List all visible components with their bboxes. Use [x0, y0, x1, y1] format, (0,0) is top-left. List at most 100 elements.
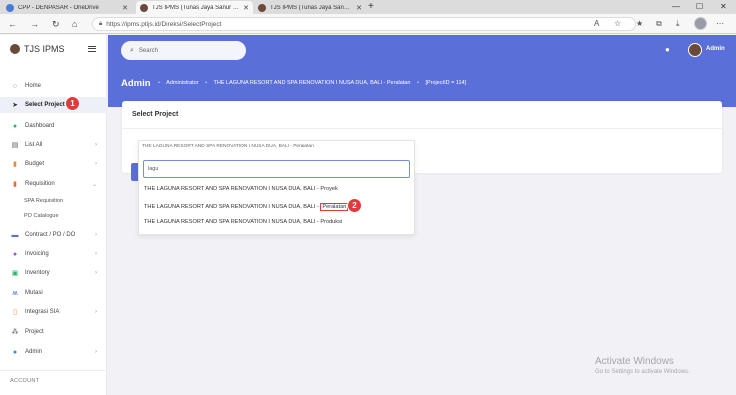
- inventory-icon: ▣: [11, 270, 19, 277]
- send-icon: ➤: [12, 102, 18, 109]
- chevron-right-icon: ›: [95, 349, 97, 355]
- read-aloud-icon[interactable]: A: [594, 18, 599, 30]
- sidebar-item-contract[interactable]: ▬ Contract / PO / DO ›: [0, 227, 107, 243]
- invoice-icon: ●: [12, 250, 18, 258]
- chevron-right-icon: ›: [95, 161, 97, 167]
- option-suffix: Proyek: [320, 186, 338, 192]
- download-icon[interactable]: ⤓: [676, 18, 680, 30]
- project-dropdown: THE LAGUNA RESORT AND SPA RENOVATION I N…: [138, 140, 415, 235]
- contract-icon: ▬: [11, 231, 19, 239]
- integration-icon: ▯: [13, 309, 17, 316]
- list-icon: ▤: [11, 142, 19, 149]
- project-icon: ⁂: [11, 329, 19, 336]
- budget-icon: ▮: [13, 161, 17, 168]
- sidebar-item-integrasi-sia[interactable]: ▯ Integrasi SIA ›: [0, 304, 107, 320]
- back-icon[interactable]: ←: [8, 18, 17, 30]
- sidebar-item-label: Integrasi SIA: [25, 309, 60, 315]
- breadcrumb-item: THE LAGUNA RESORT AND SPA RENOVATION I N…: [213, 80, 411, 86]
- browser-tab[interactable]: TJS IPMS (Tunas Jaya Sanur Interi... ✕: [254, 1, 366, 14]
- search-box[interactable]: ⌕ Search: [121, 41, 246, 60]
- lock-icon: 🔒︎: [99, 20, 103, 27]
- admin-icon: ●: [12, 348, 18, 356]
- minimize-icon[interactable]: —: [672, 1, 680, 13]
- option-prefix: THE LAGUNA RESORT AND SPA RENOVATION I N…: [144, 204, 321, 210]
- close-icon[interactable]: ✕: [356, 4, 362, 12]
- breadcrumb-item: [ProjectID = 114]: [425, 80, 467, 86]
- chevron-down-icon: ⌄: [91, 181, 97, 188]
- sidebar-subitem-po-catalogue[interactable]: PO Catalogue: [24, 213, 59, 219]
- tab-label: CPP - DENPASAR - OneDrive: [18, 4, 99, 11]
- step-marker: 1: [65, 96, 80, 111]
- card-divider: [122, 128, 722, 129]
- menu-toggle-icon[interactable]: [88, 46, 96, 52]
- sidebar-divider: [0, 370, 107, 371]
- option-prefix: THE LAGUNA RESORT AND SPA RENOVATION I N…: [144, 186, 321, 192]
- sidebar-item-label: List All: [25, 142, 43, 148]
- requisition-icon: ▮: [13, 181, 17, 188]
- chevron-right-icon: ›: [95, 142, 97, 148]
- refresh-icon[interactable]: ↻: [52, 18, 60, 30]
- sidebar-item-requisition[interactable]: ▮ Requisition ⌄: [0, 176, 107, 192]
- home-icon[interactable]: ⌂: [72, 18, 77, 30]
- user-name[interactable]: Admin: [706, 46, 725, 52]
- favorites-icon[interactable]: ★: [636, 18, 643, 30]
- account-section-label: ACCOUNT: [10, 378, 40, 384]
- page-title: Admin: [121, 78, 151, 89]
- collections-icon[interactable]: ⧉: [656, 18, 662, 30]
- sidebar-item-project[interactable]: ⁂ Project: [0, 324, 107, 340]
- more-icon[interactable]: ⋯: [716, 18, 724, 30]
- breadcrumb: • Administrator • THE LAGUNA RESORT AND …: [158, 80, 471, 86]
- sidebar-item-label: Mutasi: [25, 290, 43, 296]
- breadcrumb-separator: •: [205, 80, 208, 86]
- sidebar-item-admin[interactable]: ● Admin ›: [0, 344, 107, 360]
- sidebar-item-inventory[interactable]: ▣ Inventory ›: [0, 265, 107, 281]
- sidebar-item-mutasi[interactable]: ʍ Mutasi: [0, 285, 107, 301]
- brand[interactable]: TJS IPMS: [10, 44, 65, 54]
- window-close-icon[interactable]: ✕: [720, 1, 727, 13]
- dashboard-icon: ●: [12, 122, 18, 130]
- new-tab-icon[interactable]: +: [368, 1, 374, 13]
- sidebar-item-label: Inventory: [25, 270, 50, 276]
- app-name: TJS IPMS: [24, 44, 65, 54]
- sidebar-item-select-project[interactable]: ➤ Select Project: [0, 97, 107, 113]
- selected-project-value[interactable]: THE LAGUNA RESORT AND SPA RENOVATION I N…: [142, 144, 412, 149]
- sidebar-item-home[interactable]: ○ Home: [0, 78, 107, 94]
- tab-label: TJS IPMS (Tunas Jaya Sanur Interi...: [270, 4, 352, 11]
- breadcrumb-item[interactable]: Administrator: [166, 80, 198, 86]
- browser-profile-icon[interactable]: [694, 17, 707, 30]
- sidebar-item-list-all[interactable]: ▤ List All ›: [0, 137, 107, 153]
- sidebar-item-budget[interactable]: ▮ Budget ›: [0, 156, 107, 172]
- browser-tab-active[interactable]: TJS IPMS (Tunas Jaya Sanur Interi... ✕: [136, 1, 253, 14]
- option-prefix: THE LAGUNA RESORT AND SPA RENOVATION I N…: [144, 219, 321, 225]
- activate-windows-title: Activate Windows: [595, 356, 674, 367]
- mutasi-icon: ʍ: [12, 289, 18, 297]
- maximize-icon[interactable]: ☐: [696, 1, 703, 13]
- favorite-icon[interactable]: ☆: [614, 18, 621, 30]
- close-icon[interactable]: ✕: [243, 4, 249, 12]
- sidebar-subitem-spa-requisition[interactable]: SPA Requisition: [24, 198, 63, 204]
- chevron-right-icon: ›: [95, 309, 97, 315]
- card-title: Select Project: [132, 111, 179, 118]
- close-icon[interactable]: ✕: [122, 4, 128, 12]
- sidebar-item-label: Invoicing: [25, 251, 49, 257]
- sidebar-item-invoicing[interactable]: ● Invoicing ›: [0, 246, 107, 262]
- dropdown-option[interactable]: THE LAGUNA RESORT AND SPA RENOVATION I N…: [144, 219, 342, 225]
- project-search-input[interactable]: [143, 160, 410, 178]
- tab-label: TJS IPMS (Tunas Jaya Sanur Interi...: [152, 4, 239, 11]
- browser-tab[interactable]: CPP - DENPASAR - OneDrive ✕: [2, 1, 132, 14]
- option-suffix: Produksi: [320, 219, 343, 225]
- chevron-right-icon: ›: [95, 232, 97, 238]
- forward-icon[interactable]: →: [30, 18, 39, 30]
- sidebar-item-label: Requisition: [25, 181, 55, 187]
- sidebar-item-dashboard[interactable]: ● Dashboard: [0, 118, 107, 134]
- dropdown-option[interactable]: THE LAGUNA RESORT AND SPA RENOVATION I N…: [144, 186, 338, 192]
- sidebar-item-label: Home: [25, 83, 42, 89]
- address-bar[interactable]: 🔒︎ https://ipms.ptijs.id/Direksi/SelectP…: [92, 17, 636, 31]
- activate-windows-subtitle: Go to Settings to activate Windows.: [595, 369, 690, 375]
- sidebar-item-label: Admin: [25, 349, 43, 355]
- dropdown-option-highlighted[interactable]: THE LAGUNA RESORT AND SPA RENOVATION I N…: [144, 203, 349, 211]
- sidebar-item-label: Budget: [25, 161, 45, 167]
- chat-icon[interactable]: ●: [665, 45, 670, 54]
- url-text: https://ipms.ptijs.id/Direksi/SelectProj…: [106, 20, 222, 28]
- avatar[interactable]: [688, 43, 702, 57]
